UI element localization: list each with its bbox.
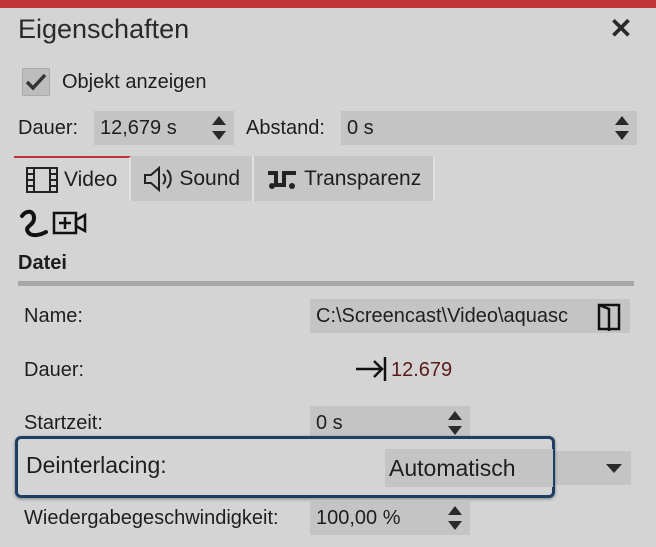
playback-speed-input[interactable]: 100,00 % (310, 501, 470, 535)
section-divider (18, 281, 634, 286)
playback-speed-label: Wiedergabegeschwindigkeit: (24, 507, 279, 529)
file-name-field[interactable]: C:\Screencast\Video\aquasc (310, 299, 630, 333)
chevron-down-icon[interactable] (606, 464, 622, 473)
tab-sound-label: Sound (179, 166, 241, 190)
close-icon[interactable]: ✕ (606, 14, 636, 44)
playback-speed-value: 100,00 % (316, 506, 401, 529)
add-camera-icon[interactable] (52, 209, 88, 242)
duration-input[interactable]: 12,679 s (94, 111, 234, 145)
file-section-title: Datei (18, 252, 67, 274)
curve-path-icon[interactable] (18, 206, 52, 245)
wave-icon (266, 166, 298, 192)
checkmark-icon (25, 73, 47, 91)
window-top-accent (0, 0, 656, 8)
tab-transparency[interactable]: Transparenz (254, 156, 436, 201)
file-duration-label: Dauer: (24, 359, 85, 381)
deinterlacing-highlight: Deinterlacing: Automatisch (15, 436, 555, 498)
spacing-stepper-icon[interactable] (615, 116, 629, 140)
spacing-input[interactable]: 0 s (341, 111, 637, 145)
spacing-value: 0 s (347, 116, 374, 139)
video-toolbar (18, 208, 88, 242)
tab-sound[interactable]: Sound (131, 156, 255, 201)
show-object-row: Objekt anzeigen (22, 66, 207, 98)
duration-stepper-icon[interactable] (212, 116, 226, 140)
panel-title: Eigenschaften (18, 14, 190, 44)
show-object-checkbox[interactable] (22, 68, 50, 96)
playback-speed-stepper-icon[interactable] (448, 506, 462, 530)
properties-panel: Eigenschaften ✕ Objekt anzeigen Dauer: 1… (0, 8, 656, 547)
spacing-label: Abstand: (246, 117, 325, 139)
property-tabs: Video Sound Transparenz (14, 156, 436, 202)
tab-video-label: Video (64, 167, 118, 191)
start-time-label: Startzeit: (24, 412, 103, 434)
tab-transparency-label: Transparenz (304, 166, 422, 190)
deinterlacing-value: Automatisch (389, 454, 516, 481)
tab-video[interactable]: Video (14, 156, 132, 201)
file-name-value: C:\Screencast\Video\aquasc (316, 304, 569, 327)
duration-value: 12,679 s (100, 116, 177, 139)
arrow-to-end-icon (354, 355, 388, 388)
name-label: Name: (24, 305, 83, 327)
duration-label: Dauer: (18, 117, 79, 139)
file-duration-value: 12.679 (391, 359, 453, 381)
start-time-value: 0 s (316, 411, 343, 434)
start-time-stepper-icon[interactable] (448, 411, 462, 435)
show-object-label: Objekt anzeigen (62, 70, 207, 93)
film-strip-icon (26, 166, 58, 193)
deinterlacing-select[interactable]: Automatisch (385, 449, 553, 487)
browse-file-icon[interactable] (596, 303, 622, 333)
start-time-input[interactable]: 0 s (310, 406, 470, 440)
speaker-icon (143, 165, 173, 192)
deinterlacing-label: Deinterlacing: (26, 452, 167, 478)
